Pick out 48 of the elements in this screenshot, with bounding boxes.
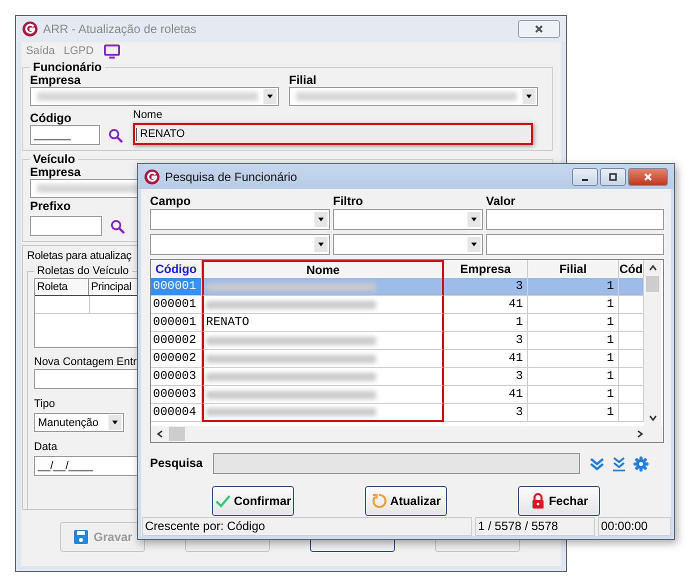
table-cell: 3 bbox=[444, 332, 528, 350]
table-cell: 41 bbox=[444, 386, 528, 404]
table-cell: 000002 bbox=[151, 332, 202, 350]
field-label: Valor bbox=[486, 195, 516, 208]
table-cell: 000001 bbox=[151, 296, 202, 314]
table-cell: 41 bbox=[444, 350, 528, 368]
table-cell: 1 bbox=[528, 350, 619, 368]
field-label: Nova Contagem Entr bbox=[34, 356, 137, 369]
field-label: Nome bbox=[133, 109, 162, 122]
field-value: RENATO bbox=[136, 128, 185, 140]
table-cell: 1 bbox=[528, 296, 619, 314]
group-title: Veículo bbox=[32, 153, 76, 166]
table-cell: 3 bbox=[444, 368, 528, 386]
field-label: Campo bbox=[150, 195, 191, 208]
table-cell: 000003 bbox=[151, 386, 202, 404]
field-label: Data bbox=[34, 441, 58, 454]
field-label: Tipo bbox=[34, 398, 55, 411]
status-text: 00:00:00 bbox=[598, 517, 671, 536]
table-cell: 000001 bbox=[151, 314, 202, 332]
field-label: Filial bbox=[289, 74, 316, 87]
table-cell: 1 bbox=[528, 332, 619, 350]
table-cell: 3 bbox=[444, 404, 528, 422]
dropdown-value: Manutenção bbox=[37, 416, 99, 428]
window-title: ARR - Atualização de roletas bbox=[43, 22, 196, 36]
table-cell: 1 bbox=[528, 386, 619, 404]
table-cell: 1 bbox=[528, 404, 619, 422]
status-text: 1 / 5578 / 5578 bbox=[475, 517, 595, 536]
group-title: Roletas do Veículo bbox=[36, 265, 130, 278]
field-label: Empresa bbox=[30, 74, 81, 87]
table-cell: 000004 bbox=[151, 404, 202, 422]
field-label: Filtro bbox=[333, 195, 363, 208]
table-cell: 1 bbox=[528, 314, 619, 332]
status-text: Crescente por: Código bbox=[142, 517, 472, 536]
table-cell: 000003 bbox=[151, 368, 202, 386]
table-cell: 1 bbox=[528, 368, 619, 386]
window-title: Pesquisa de Funcionário bbox=[165, 170, 298, 184]
field-label: Pesquisa bbox=[150, 457, 203, 470]
table-cell: 000002 bbox=[151, 350, 202, 368]
field-label: Código bbox=[30, 112, 72, 125]
table-cell: 1 bbox=[528, 278, 619, 296]
table-cell: 1 bbox=[444, 314, 528, 332]
field-label: Prefixo bbox=[30, 200, 71, 213]
table-cell: RENATO bbox=[202, 314, 444, 332]
table-cell: 000001 bbox=[151, 278, 202, 296]
group-title: Funcionário bbox=[32, 61, 103, 74]
field-label: Empresa bbox=[30, 166, 81, 179]
table-cell: 41 bbox=[444, 296, 528, 314]
table-cell: 3 bbox=[444, 278, 528, 296]
